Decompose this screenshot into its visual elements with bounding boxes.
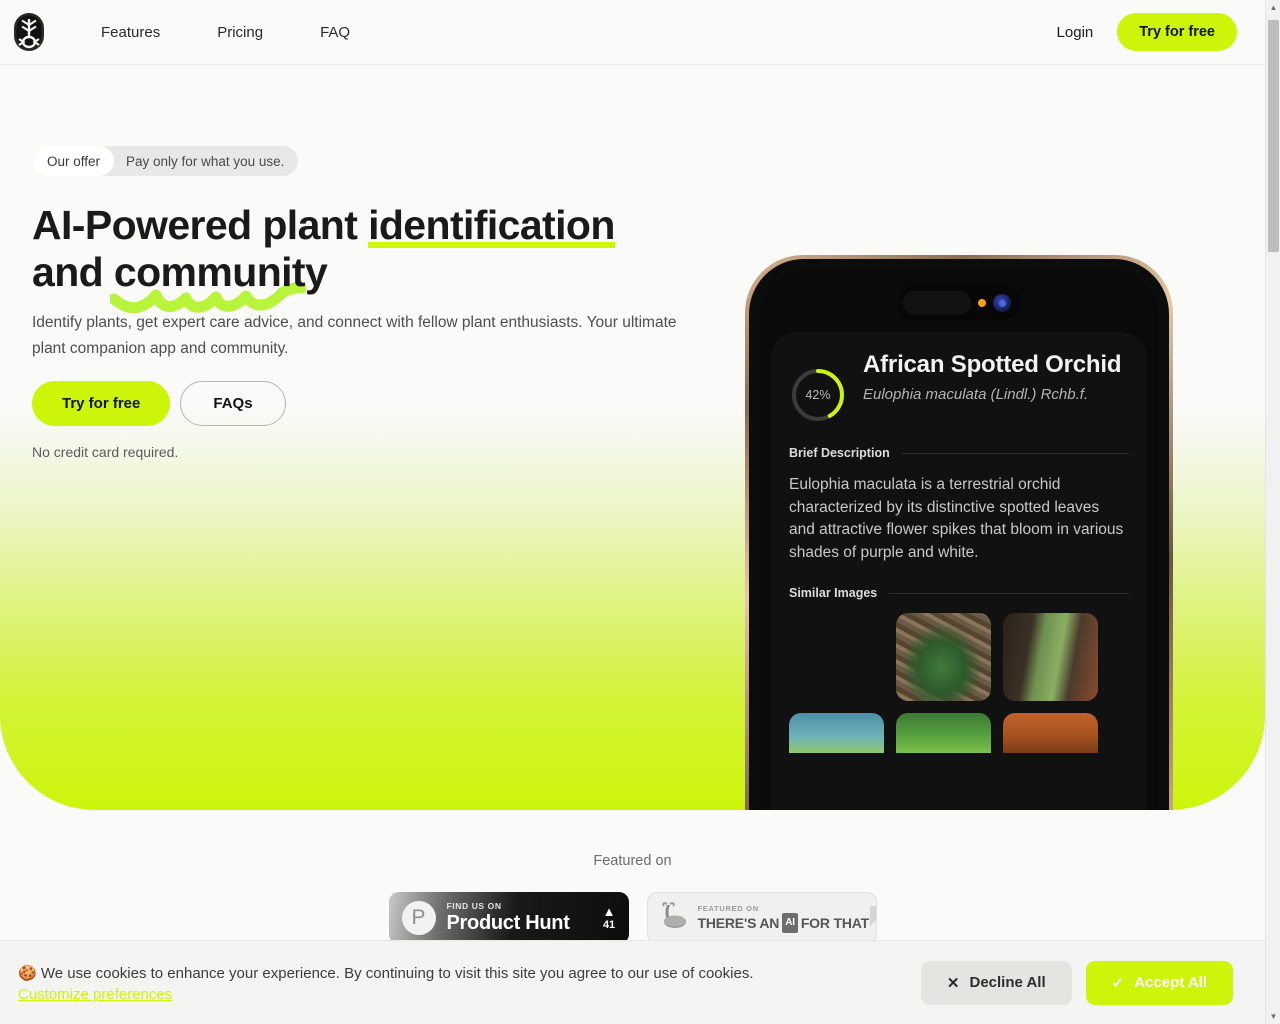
plant-common-name: African Spotted Orchid — [863, 351, 1122, 378]
confidence-percent-label: 42% — [805, 388, 831, 402]
cookie-buttons: ✕ Decline All ✓ Accept All — [920, 960, 1233, 1005]
accept-all-label: Accept All — [1134, 974, 1207, 991]
similar-images-row-1 — [789, 613, 1129, 701]
decline-all-button[interactable]: ✕ Decline All — [920, 960, 1072, 1005]
scroll-up-arrow-icon[interactable]: ▲ — [1266, 0, 1280, 15]
similar-images-heading-text: Similar Images — [789, 586, 878, 600]
theres-an-ai-for-that-badge[interactable]: FEATURED ON THERE'S AN AI FOR THAT — [646, 892, 877, 944]
phone-frame: 42% African Spotted Orchid Eulophia macu… — [745, 255, 1173, 810]
offer-badge[interactable]: Our offer Pay only for what you use. — [33, 146, 299, 176]
headline-highlight-identification: identification — [368, 202, 615, 248]
taft-name-part1: THERE'S AN — [697, 914, 780, 931]
product-hunt-upvote[interactable]: ▲ 41 — [602, 903, 616, 932]
no-credit-card-note: No credit card required. — [32, 444, 179, 460]
cookie-consent-banner: 🍪 We use cookies to enhance your experie… — [0, 940, 1265, 1024]
product-hunt-name: Product Hunt — [446, 912, 570, 934]
taft-name: THERE'S AN AI FOR THAT — [697, 912, 869, 933]
scrollbar-thumb[interactable] — [1268, 20, 1279, 252]
taft-mascot-icon — [660, 901, 688, 936]
similar-images-heading: Similar Images — [789, 586, 1129, 600]
front-camera-icon — [993, 294, 1011, 312]
hero-content: Our offer Pay only for what you use. AI-… — [0, 65, 1265, 810]
microphone-indicator-icon — [978, 299, 986, 307]
featured-on-label: Featured on — [593, 853, 672, 869]
phone-screen: 42% African Spotted Orchid Eulophia macu… — [760, 270, 1158, 810]
top-navigation-bar: Features Pricing FAQ Login Try for free — [0, 0, 1265, 65]
plant-header: 42% African Spotted Orchid Eulophia macu… — [789, 350, 1129, 424]
similar-image-thumbnail[interactable] — [789, 613, 884, 701]
nav-link-pricing[interactable]: Pricing — [201, 16, 279, 49]
similar-image-thumbnail[interactable] — [896, 713, 991, 753]
nav-try-for-free-button[interactable]: Try for free — [1117, 13, 1237, 51]
featured-badges-row: P FIND US ON Product Hunt ▲ 41 FEATURED … — [0, 892, 1265, 944]
scroll-down-arrow-icon[interactable]: ▼ — [1266, 1009, 1280, 1024]
cookie-message: 🍪 We use cookies to enhance your experie… — [18, 962, 921, 985]
hero-section: Our offer Pay only for what you use. AI-… — [0, 65, 1265, 810]
dynamic-island-pill — [903, 291, 971, 315]
product-hunt-badge[interactable]: P FIND US ON Product Hunt ▲ 41 — [388, 892, 629, 944]
plant-scientific-name: Eulophia maculata (Lindl.) Rchb.f. — [863, 386, 1089, 403]
upvote-count: 41 — [602, 918, 616, 931]
taft-ai-badge: AI — [782, 912, 798, 933]
headline-line-1: AI-Powered plant identification — [32, 202, 732, 249]
nav-right-actions: Login Try for free — [1047, 13, 1265, 51]
hero-try-for-free-button[interactable]: Try for free — [32, 381, 171, 426]
upvote-caret-icon: ▲ — [602, 903, 616, 919]
nav-link-faq[interactable]: FAQ — [304, 16, 366, 49]
headline-prefix-1: AI-Powered plant — [32, 202, 369, 248]
headline-prefix-2: and — [32, 249, 114, 295]
hero-subtitle: Identify plants, get expert care advice,… — [32, 314, 677, 357]
product-hunt-logo-icon: P — [401, 901, 436, 935]
brief-description-heading: Brief Description — [789, 446, 1129, 460]
brief-description-body: Eulophia maculata is a terrestrial orchi… — [789, 476, 1124, 561]
offer-badge-pill-label: Our offer — [33, 146, 115, 176]
cookie-message-text: We use cookies to enhance your experienc… — [40, 964, 754, 982]
nav-links: Features Pricing FAQ — [85, 16, 391, 49]
taft-name-part2: FOR THAT — [800, 914, 869, 931]
similar-images-row-2 — [789, 713, 1129, 753]
similar-image-thumbnail[interactable] — [1003, 613, 1098, 701]
cookie-text-wrap: 🍪 We use cookies to enhance your experie… — [18, 962, 921, 1004]
hero-cta-row: Try for free FAQs — [32, 381, 286, 426]
plant-detail-card: 42% African Spotted Orchid Eulophia macu… — [771, 332, 1147, 810]
product-hunt-kicker: FIND US ON — [446, 901, 502, 911]
page-scrollbar[interactable]: ▲ ▼ — [1265, 0, 1280, 1024]
section-divider — [901, 452, 1129, 454]
similar-image-thumbnail[interactable] — [1003, 713, 1098, 753]
hero-faqs-button[interactable]: FAQs — [180, 381, 286, 426]
brief-description-heading-text: Brief Description — [789, 446, 890, 460]
phone-mockup: 42% African Spotted Orchid Eulophia macu… — [745, 255, 1173, 810]
dynamic-island — [898, 286, 1020, 320]
cookie-icon: 🍪 — [18, 963, 37, 982]
page-title: AI-Powered plant identification and comm… — [32, 202, 732, 313]
login-link[interactable]: Login — [1047, 16, 1104, 49]
product-hunt-text: FIND US ON Product Hunt — [447, 901, 603, 935]
confidence-ring: 42% — [789, 366, 847, 424]
customize-preferences-link[interactable]: Customize preferences — [18, 986, 172, 1003]
close-icon: ✕ — [946, 974, 960, 992]
plant-name-block: African Spotted Orchid Eulophia maculata… — [863, 350, 1121, 406]
plant-leaf-logo[interactable] — [11, 10, 47, 54]
nav-link-features[interactable]: Features — [85, 16, 176, 49]
similar-image-thumbnail[interactable] — [896, 613, 991, 701]
similar-image-thumbnail[interactable] — [789, 713, 884, 753]
headline-highlight-community: community — [109, 249, 328, 313]
accept-all-button[interactable]: ✓ Accept All — [1085, 960, 1233, 1005]
headline-line-2: and community — [32, 249, 732, 313]
bookmark-icon — [869, 905, 876, 932]
taft-text: FEATURED ON THERE'S AN AI FOR THAT — [698, 904, 869, 933]
offer-badge-text: Pay only for what you use. — [126, 153, 285, 169]
headline-highlight-community-text: community — [113, 249, 328, 295]
decline-all-label: Decline All — [969, 974, 1046, 991]
taft-kicker: FEATURED ON — [697, 903, 759, 913]
section-divider — [889, 592, 1129, 594]
phone-bezel: 42% African Spotted Orchid Eulophia macu… — [749, 259, 1169, 810]
check-icon: ✓ — [1111, 974, 1125, 992]
